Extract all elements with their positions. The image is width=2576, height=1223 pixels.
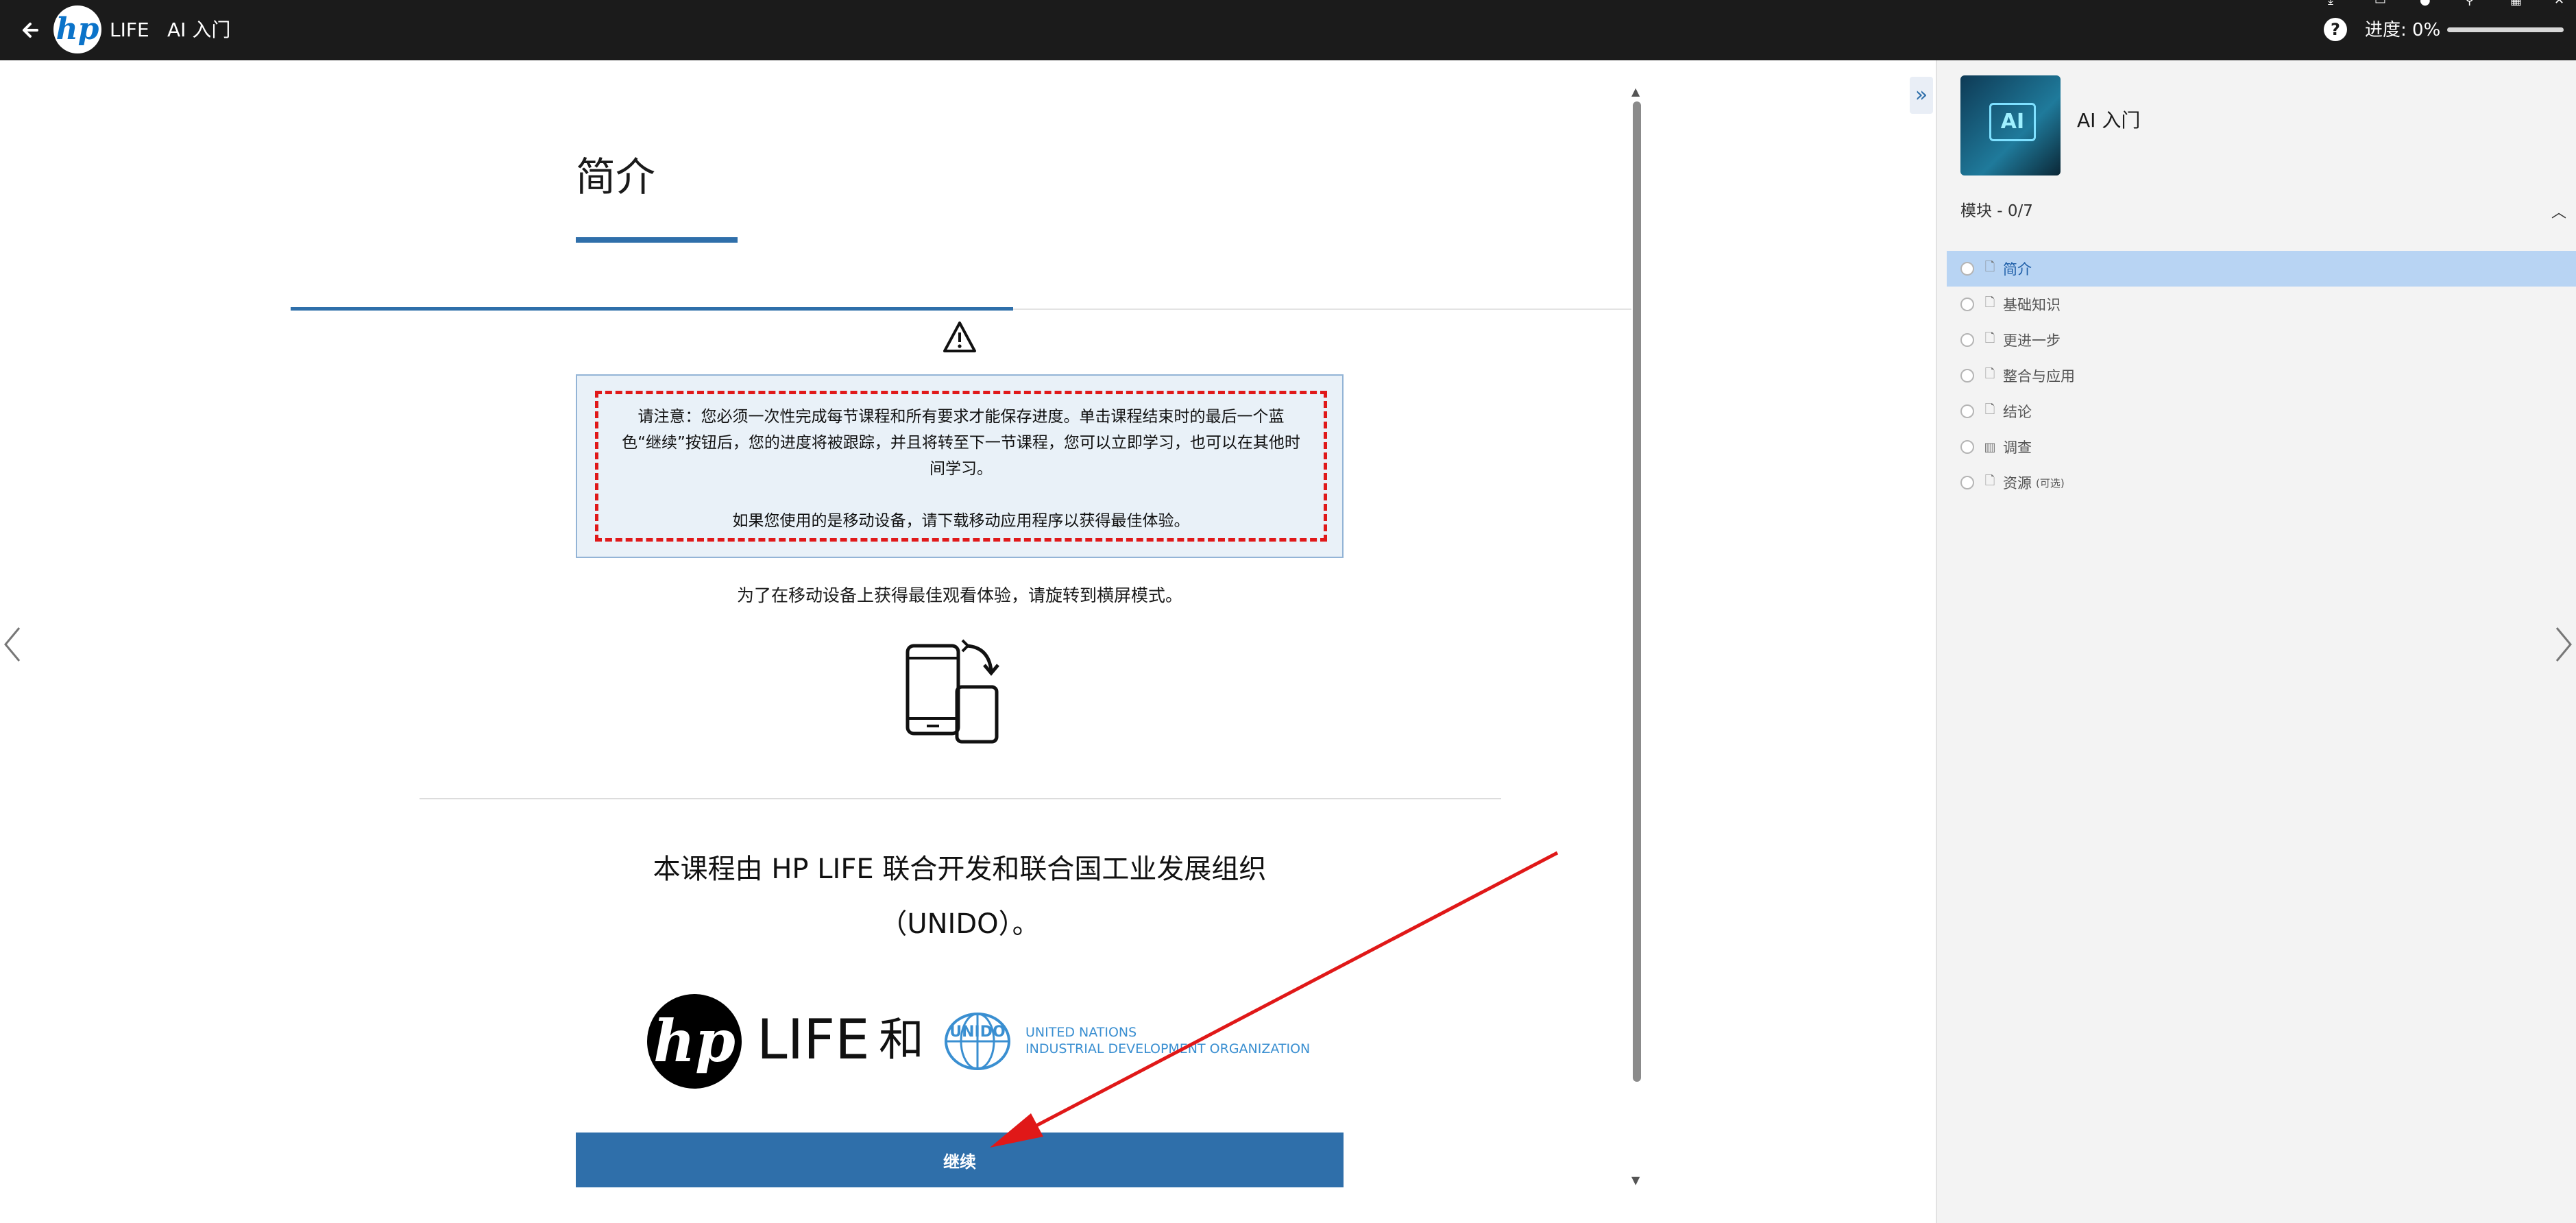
content-divider	[420, 798, 1501, 799]
module-item-conclusion[interactable]: 🗋 结论	[1947, 393, 2576, 429]
next-slide-icon[interactable]	[2549, 617, 2576, 672]
doc-icon: 🗋	[1984, 331, 1995, 346]
course-thumbnail: AI	[1960, 75, 2061, 175]
module-status-icon	[1960, 404, 1974, 418]
doc-icon: 🗋	[1984, 474, 1995, 488]
hp-logo-large: hp	[647, 994, 742, 1089]
title-underline	[576, 237, 738, 243]
module-item-resources[interactable]: 🗋 资源 (可选)	[1947, 465, 2576, 500]
module-status-icon	[1960, 369, 1974, 383]
unido-emblem-icon: UNIDO	[945, 1013, 1010, 1070]
doc-icon: 🗋	[1984, 402, 1995, 417]
module-label: 结论	[2003, 404, 2032, 420]
module-status-icon	[1960, 440, 1974, 454]
module-status-icon	[1960, 476, 1974, 489]
notice-text: 请注意：您必须一次性完成每节课程和所有要求才能保存进度。单击课程结束时的最后一个…	[622, 408, 1300, 478]
grid-icon[interactable]: ▦	[2510, 0, 2525, 7]
chevron-up-icon[interactable]: ︿	[2551, 200, 2566, 222]
module-label: 资源	[2003, 475, 2032, 492]
optional-tag: (可选)	[2036, 476, 2065, 489]
hp-logo: hp	[53, 5, 101, 53]
info-icon[interactable]: ●	[2420, 0, 2435, 7]
doc-icon: 🗋	[1984, 295, 1995, 310]
section-divider-accent	[291, 307, 1013, 311]
mobile-app-notice: 如果您使用的是移动设备，请下载移动应用程序以获得最佳体验。	[732, 512, 1190, 530]
logo-life-text: LIFE	[757, 1008, 870, 1071]
course-title: AI 入门	[167, 19, 231, 41]
module-label: 简介	[2003, 261, 2032, 278]
download-icon[interactable]: ⤓	[2328, 0, 2343, 7]
module-item-intro[interactable]: 🗋 简介	[1947, 251, 2576, 287]
module-item-further[interactable]: 🗋 更进一步	[1947, 322, 2576, 358]
svg-text:UNIDO: UNIDO	[949, 1024, 1005, 1041]
notice-dashed-frame: 请注意：您必须一次性完成每节课程和所有要求才能保存进度。单击课程结束时的最后一个…	[595, 391, 1327, 542]
module-header[interactable]: 模块 - 0/7	[1960, 200, 2033, 222]
lesson-title: 简介	[576, 154, 656, 200]
scrollbar-thumb[interactable]	[1633, 101, 1641, 1082]
course-credit-text: 本课程由 HP LIFE 联合开发和联合国工业发展组织（UNIDO）。	[653, 853, 1267, 940]
bookmark-icon[interactable]: ▭	[2374, 0, 2390, 7]
help-icon[interactable]: ?	[2324, 18, 2347, 41]
module-item-survey[interactable]: ▥ 调查	[1947, 429, 2576, 465]
module-label: 调查	[2003, 439, 2032, 456]
module-item-basics[interactable]: 🗋 基础知识	[1947, 287, 2576, 322]
module-list: 🗋 简介 🗋 基础知识 🗋 更进一步 🗋 整合与应用 🗋 结论 ▥ 调查 🗋 资…	[1947, 251, 2576, 500]
course-sidebar: AI AI 入门 模块 - 0/7 ︿ 🗋 简介 🗋 基础知识 🗋 更进一步 🗋…	[1936, 60, 2576, 1223]
sidebar-toggle-icon[interactable]: »	[1910, 77, 1933, 114]
brand-label: LIFE	[110, 19, 149, 41]
module-label: 整合与应用	[2003, 368, 2075, 385]
module-status-icon	[1960, 333, 1974, 347]
back-arrow-icon[interactable]	[16, 15, 47, 45]
notice-box: 请注意：您必须一次性完成每节课程和所有要求才能保存进度。单击课程结束时的最后一个…	[576, 374, 1344, 558]
previous-slide-icon[interactable]	[0, 617, 27, 672]
logo-and-text: 和	[879, 1013, 924, 1066]
module-label: 更进一步	[2003, 332, 2061, 349]
module-label: 基础知识	[2003, 297, 2061, 313]
top-bar: hp LIFE AI 入门 ⤓ ▭ ● ⚲ ▦ ✕ ? 进度: 0%	[0, 0, 2576, 60]
module-status-icon	[1960, 262, 1974, 276]
thumbnail-label: AI	[1989, 103, 2036, 141]
scroll-down-icon[interactable]: ▼	[1631, 1174, 1640, 1187]
doc-icon: 🗋	[1984, 260, 1995, 274]
progress-label: 进度: 0%	[2365, 20, 2441, 40]
doc-icon: 🗋	[1984, 367, 1995, 381]
chart-icon: ▥	[1984, 439, 1996, 455]
sidebar-course-title: AI 入门	[2077, 109, 2141, 132]
warning-icon	[943, 322, 976, 352]
continue-button[interactable]: 继续	[576, 1133, 1344, 1187]
close-icon[interactable]: ✕	[2554, 0, 2569, 7]
unido-name-line1: UNITED NATIONS	[1025, 1025, 1137, 1040]
rotate-device-icon	[906, 639, 999, 744]
search-icon[interactable]: ⚲	[2465, 0, 2480, 7]
unido-name-line2: INDUSTRIAL DEVELOPMENT ORGANIZATION	[1025, 1041, 1311, 1056]
scroll-up-icon[interactable]: ▲	[1631, 85, 1640, 98]
module-item-integrate[interactable]: 🗋 整合与应用	[1947, 358, 2576, 393]
progress-bar	[2447, 27, 2564, 32]
rotate-device-text: 为了在移动设备上获得最佳观看体验，请旋转到横屏模式。	[736, 585, 1182, 605]
module-status-icon	[1960, 298, 1974, 311]
